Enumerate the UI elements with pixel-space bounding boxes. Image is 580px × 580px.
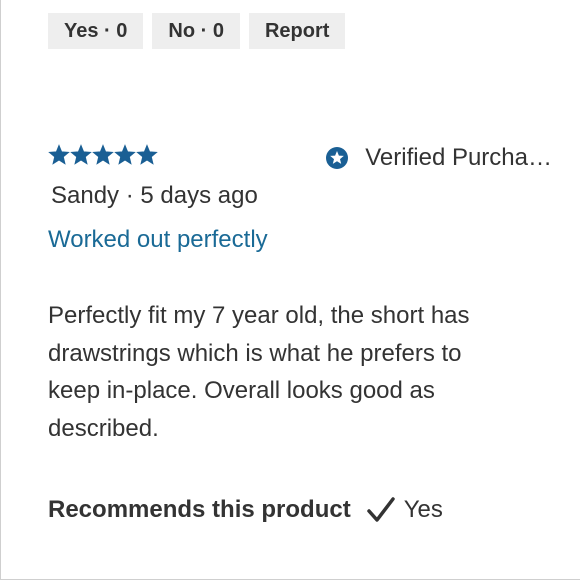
verified-badge-icon bbox=[325, 146, 349, 170]
verified-purchase-label: Verified Purcha… bbox=[365, 144, 552, 171]
verified-purchase: Verified Purcha… bbox=[325, 144, 552, 172]
helpful-no-button[interactable]: No · 0 bbox=[152, 13, 240, 49]
helpful-feedback-row: Yes · 0 No · 0 Report bbox=[48, 13, 346, 49]
check-icon bbox=[366, 497, 395, 523]
star-rating bbox=[48, 144, 158, 166]
review-title: Worked out perfectly bbox=[48, 226, 268, 253]
star-icon bbox=[114, 144, 136, 166]
review-date: · 5 days ago bbox=[125, 182, 258, 209]
report-button[interactable]: Report bbox=[248, 13, 346, 49]
recommends-label: Recommends this product bbox=[48, 496, 351, 523]
star-icon bbox=[92, 144, 114, 166]
review-meta: Sandy · 5 days ago bbox=[51, 182, 258, 210]
star-icon bbox=[70, 144, 92, 166]
recommends-value: Yes bbox=[403, 496, 443, 523]
helpful-yes-button[interactable]: Yes · 0 bbox=[48, 13, 144, 49]
recommends-row: Recommends this product Yes bbox=[48, 496, 443, 524]
review-author: Sandy bbox=[51, 182, 120, 209]
review-body: Perfectly fit my 7 year old, the short h… bbox=[48, 302, 470, 442]
review-card: Yes · 0 No · 0 Report Verified Purcha… S… bbox=[0, 0, 580, 580]
rating-row: Verified Purcha… bbox=[48, 138, 552, 172]
star-icon bbox=[48, 144, 70, 166]
star-icon bbox=[136, 144, 158, 166]
